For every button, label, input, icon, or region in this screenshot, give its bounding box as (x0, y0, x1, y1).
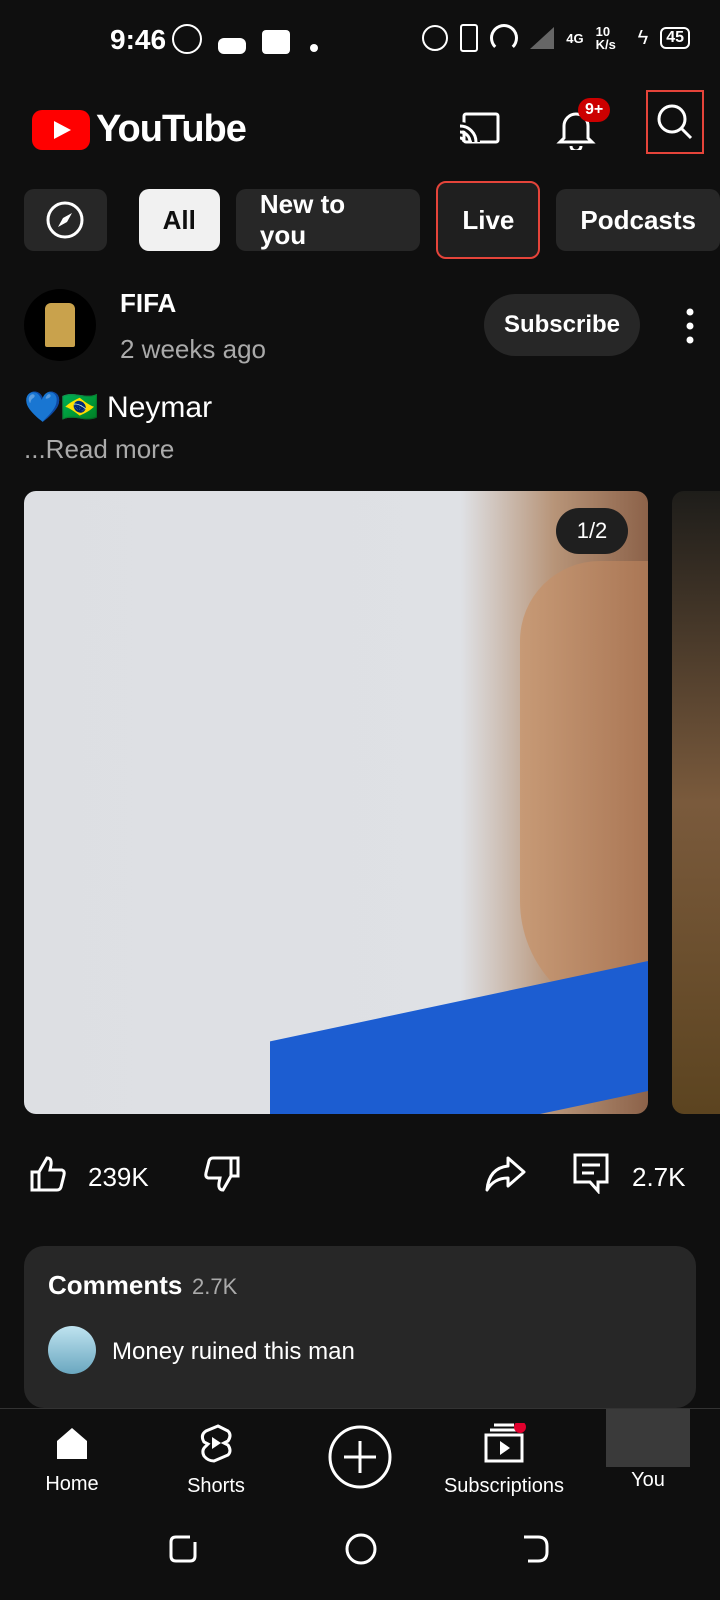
share-icon (485, 1156, 526, 1192)
share-button[interactable] (484, 1154, 526, 1199)
comments-count: 2.7K (192, 1274, 238, 1299)
kebab-icon (686, 308, 694, 344)
nav-shorts-label: Shorts (187, 1475, 245, 1497)
system-navigation (0, 1508, 720, 1600)
alarm-icon (422, 25, 449, 51)
thumbs-up-icon (30, 1156, 66, 1192)
home-system-button[interactable] (344, 1532, 378, 1571)
comments-title: Comments (48, 1270, 183, 1300)
back-icon (524, 1535, 549, 1563)
4g-icon: 4G (566, 30, 584, 46)
subscriptions-icon (484, 1421, 526, 1463)
youtube-play-icon (32, 109, 90, 150)
chip-new-to-you[interactable]: New to you (235, 189, 421, 251)
youtube-logo[interactable]: YouTube (32, 108, 247, 151)
app-name: YouTube (96, 108, 247, 150)
status-left-icons (168, 24, 319, 60)
hotspot-icon (490, 24, 519, 52)
player-face (520, 561, 648, 1021)
commenter-avatar (48, 1326, 96, 1374)
chip-all[interactable]: All (138, 189, 220, 251)
status-right-icons: 4G 10 K/s ϟ 45 (422, 24, 690, 52)
thumbs-down-icon (204, 1156, 240, 1192)
post-text: 💙🇧🇷 Neymar (24, 391, 213, 424)
notification-badge: 9+ (578, 98, 611, 122)
game-icon (218, 38, 247, 54)
nav-home[interactable]: Home (12, 1425, 132, 1496)
comment-icon (573, 1153, 609, 1195)
channel-avatar[interactable] (24, 289, 96, 361)
status-time: 9:46 (110, 24, 167, 55)
next-post-image[interactable] (672, 491, 720, 1114)
player-shirt (270, 960, 648, 1114)
plus-icon (328, 1425, 392, 1489)
profile-avatar (606, 1409, 690, 1467)
teams-icon (262, 30, 291, 54)
create-button[interactable] (328, 1425, 392, 1489)
nav-shorts[interactable]: Shorts (156, 1423, 276, 1498)
shorts-icon (200, 1424, 232, 1463)
nav-you-label: You (631, 1469, 665, 1491)
battery-indicator: 45 (660, 27, 690, 49)
network-speed: 10 K/s (595, 24, 616, 52)
home-icon (57, 1428, 87, 1459)
post-time: 2 weeks ago (120, 334, 266, 364)
search-icon (657, 104, 693, 140)
nav-home-label: Home (45, 1473, 99, 1495)
nav-you[interactable]: You (588, 1409, 708, 1492)
back-button[interactable] (520, 1534, 550, 1569)
comments-panel[interactable]: Comments 2.7K Money ruined this man (24, 1246, 696, 1408)
filter-chips: All New to you Live Podcasts (24, 181, 720, 259)
signal-icon (530, 27, 555, 49)
nav-subscriptions-label: Subscriptions (443, 1475, 565, 1497)
read-more-link[interactable]: ...Read more (24, 434, 174, 465)
cast-button[interactable] (454, 102, 506, 154)
explore-chip[interactable] (24, 189, 107, 251)
dislike-button[interactable] (202, 1154, 242, 1199)
nav-subscriptions[interactable]: Subscriptions (432, 1421, 576, 1498)
more-options-button[interactable] (680, 306, 700, 346)
comments-button[interactable] (572, 1152, 610, 1199)
comment-count: 2.7K (632, 1162, 686, 1192)
app-header: YouTube 9+ (0, 90, 720, 170)
post-image[interactable] (24, 491, 648, 1114)
like-button[interactable] (28, 1154, 68, 1199)
status-bar: 9:46 4G 10 K/s ϟ 45 (0, 0, 720, 80)
chip-podcasts[interactable]: Podcasts (556, 189, 720, 251)
subscribe-button[interactable]: Subscribe (484, 294, 640, 356)
compass-icon (46, 201, 84, 239)
whatsapp-icon (172, 24, 202, 54)
dot-icon (310, 44, 319, 53)
channel-name[interactable]: FIFA (120, 288, 176, 319)
chip-live[interactable]: Live (436, 181, 541, 259)
cast-icon (459, 112, 500, 144)
bottom-navigation: Home Shorts Subscriptions You (0, 1408, 720, 1509)
recents-icon (169, 1535, 197, 1563)
image-pager: 1/2 (556, 508, 628, 554)
post-actions: 239K 2.7K (24, 1150, 700, 1204)
recents-button[interactable] (168, 1534, 198, 1569)
charging-icon: ϟ (637, 26, 649, 49)
circle-home-icon (345, 1533, 377, 1565)
like-count: 239K (88, 1162, 149, 1192)
fifa-trophy-icon (45, 303, 75, 347)
search-button[interactable] (646, 90, 704, 154)
top-comment-text: Money ruined this man (112, 1338, 355, 1365)
vibrate-icon (460, 24, 479, 52)
